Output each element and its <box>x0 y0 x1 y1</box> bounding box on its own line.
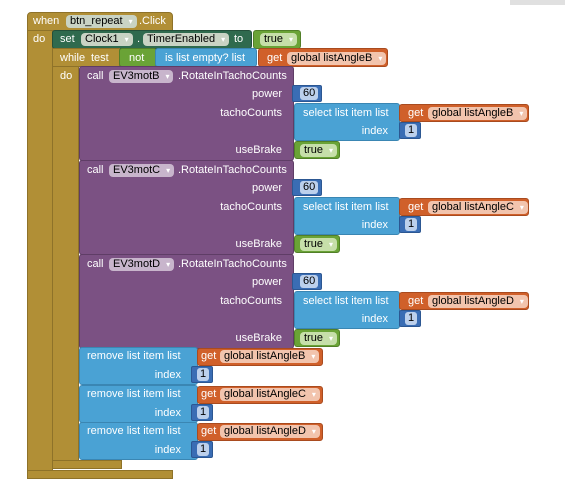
get-label: get <box>267 52 283 64</box>
call-label: call <box>87 164 104 176</box>
power-label: power <box>252 276 282 288</box>
variable-dropdown[interactable]: global listAngleC <box>428 201 528 214</box>
index-label: index <box>361 313 388 325</box>
use-brake-dropdown[interactable]: true <box>300 144 337 157</box>
while-do-label: do <box>60 70 73 82</box>
motor-dropdown[interactable]: EV3motC <box>109 164 175 177</box>
power-value[interactable]: 60 <box>300 87 319 100</box>
call-label: call <box>87 70 104 82</box>
use-brake-dropdown[interactable]: true <box>300 332 337 345</box>
variable-dropdown[interactable]: global listAngleD <box>220 425 320 438</box>
index-label: index <box>154 369 181 381</box>
workspace-panel-edge <box>510 0 565 5</box>
variable-dropdown[interactable]: global listAngleD <box>428 295 528 308</box>
true-dropdown[interactable]: true <box>260 33 297 46</box>
select-list-item-label: select list item list <box>303 201 389 213</box>
call-label: call <box>87 258 104 270</box>
index-value[interactable]: 1 <box>405 312 418 325</box>
get-label: get <box>201 425 217 437</box>
index-value[interactable]: 1 <box>197 406 210 419</box>
get-label: get <box>408 295 424 307</box>
set-label: set <box>60 33 75 45</box>
power-label: power <box>252 88 282 100</box>
use-brake-dropdown[interactable]: true <box>300 238 337 251</box>
index-value[interactable]: 1 <box>405 218 418 231</box>
component-dropdown[interactable]: btn_repeat <box>66 15 137 28</box>
motor-dropdown[interactable]: EV3motD <box>109 258 175 271</box>
variable-dropdown[interactable]: global listAngleB <box>428 107 528 120</box>
select-list-item-label: select list item list <box>303 295 389 307</box>
while-label: while <box>60 52 86 64</box>
dot-label: . <box>137 33 141 45</box>
power-value[interactable]: 60 <box>300 181 319 194</box>
not-label: not <box>129 52 145 64</box>
property-dropdown[interactable]: TimerEnabled <box>143 33 230 46</box>
index-value[interactable]: 1 <box>197 368 210 381</box>
power-value[interactable]: 60 <box>300 275 319 288</box>
while-block-body <box>52 66 79 463</box>
select-list-item-label: select list item list <box>303 107 389 119</box>
motor-dropdown[interactable]: EV3motB <box>109 70 174 83</box>
index-label: index <box>361 219 388 231</box>
power-label: power <box>252 182 282 194</box>
get-label: get <box>408 107 424 119</box>
get-label: get <box>201 388 217 400</box>
use-brake-label: useBrake <box>235 144 282 156</box>
event-label: .Click <box>139 15 166 27</box>
index-label: index <box>361 125 388 137</box>
method-label: .RotateInTachoCounts <box>178 258 287 270</box>
tacho-counts-label: tachoCounts <box>220 201 282 213</box>
when-label: when <box>33 15 60 27</box>
tacho-counts-label: tachoCounts <box>220 295 282 307</box>
method-label: .RotateInTachoCounts <box>178 164 287 176</box>
is-list-empty-label: is list empty? list <box>165 52 246 64</box>
when-block-bottom <box>27 470 173 479</box>
get-label: get <box>201 350 217 362</box>
to-label: to <box>234 33 244 45</box>
clock-dropdown[interactable]: Clock1 <box>81 33 133 46</box>
index-label: index <box>154 444 181 456</box>
variable-dropdown[interactable]: global listAngleB <box>287 52 387 65</box>
remove-list-item-label: remove list item list <box>87 388 181 400</box>
index-label: index <box>154 407 181 419</box>
remove-list-item-label: remove list item list <box>87 350 181 362</box>
remove-list-item-label: remove list item list <box>87 425 181 437</box>
get-label: get <box>408 201 424 213</box>
variable-dropdown[interactable]: global listAngleC <box>220 388 320 401</box>
use-brake-label: useBrake <box>235 238 282 250</box>
while-block-bottom <box>52 460 122 469</box>
do-label: do <box>33 33 46 45</box>
test-label: test <box>91 52 109 64</box>
index-value[interactable]: 1 <box>405 124 418 137</box>
use-brake-label: useBrake <box>235 332 282 344</box>
method-label: .RotateInTachoCounts <box>178 70 287 82</box>
index-value[interactable]: 1 <box>197 443 210 456</box>
variable-dropdown[interactable]: global listAngleB <box>220 350 320 363</box>
when-block-body <box>27 30 53 479</box>
tacho-counts-label: tachoCounts <box>220 107 282 119</box>
